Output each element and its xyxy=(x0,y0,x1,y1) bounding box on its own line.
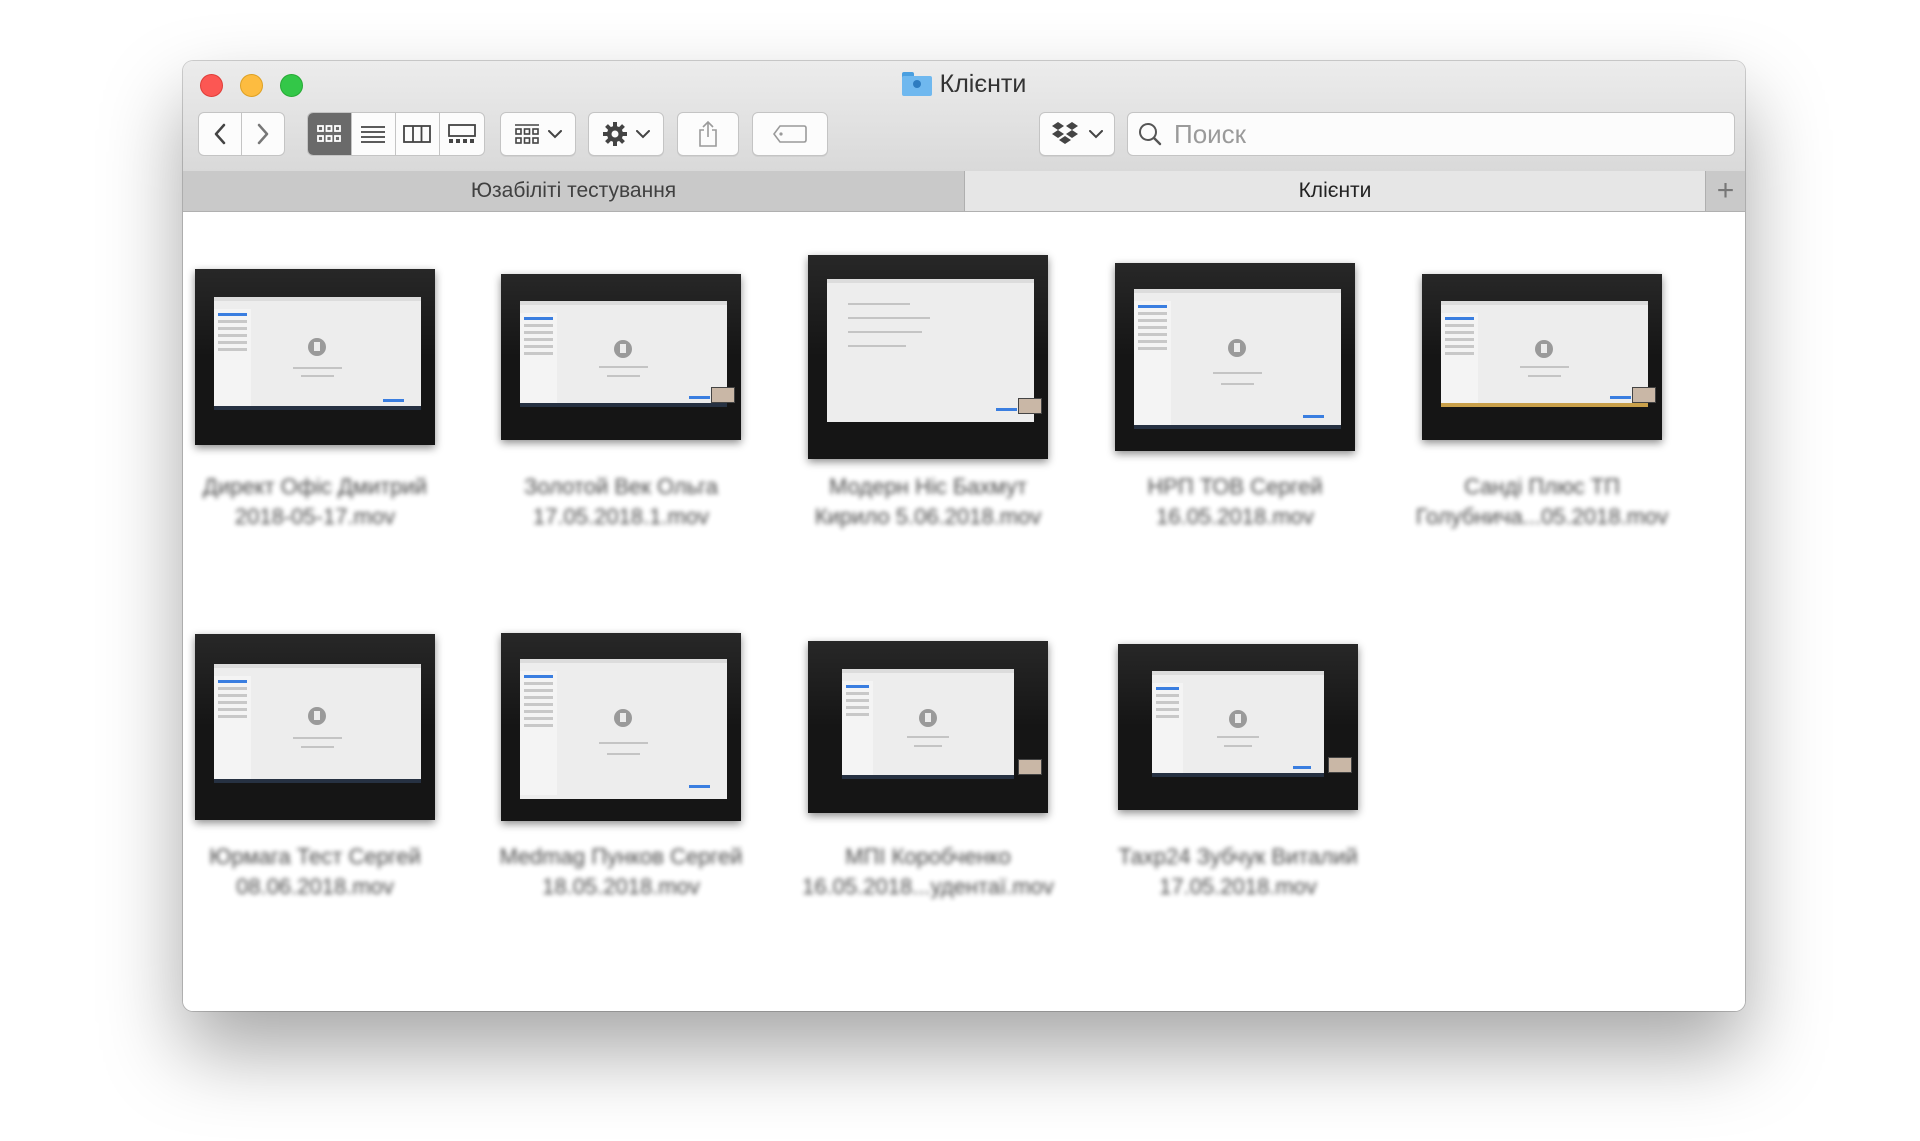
tag-icon xyxy=(773,125,807,143)
icon-view-icon xyxy=(317,125,342,142)
chevron-right-icon xyxy=(257,123,268,145)
chevron-down-icon xyxy=(1089,129,1103,138)
nav-buttons xyxy=(198,112,285,156)
action-button[interactable] xyxy=(588,112,664,156)
file-name: Золотой Век Ольга 17.05.2018.1.mov xyxy=(524,474,718,529)
share-icon xyxy=(699,120,717,147)
chevron-left-icon xyxy=(214,123,225,145)
plus-icon: + xyxy=(1716,174,1735,207)
gallery-view-icon xyxy=(447,124,476,143)
tab-usability-testing[interactable]: Юзабіліті тестування xyxy=(183,171,965,211)
file-name: Тахр24 Зубчук Виталий 17.05.2018.mov xyxy=(1118,844,1358,899)
gear-icon xyxy=(603,122,627,146)
search-field[interactable] xyxy=(1127,112,1735,156)
dropbox-icon xyxy=(1052,122,1078,144)
group-by-icon xyxy=(515,124,539,144)
column-view-button[interactable] xyxy=(396,113,440,155)
tab-label: Юзабіліті тестування xyxy=(470,179,677,202)
window-title: Клієнти xyxy=(183,69,1745,99)
file-name: Medmag Пунков Сергей 18.05.2018.mov xyxy=(499,844,743,899)
dropbox-button[interactable] xyxy=(1039,112,1115,156)
forward-button[interactable] xyxy=(242,113,285,155)
file-name: МПІ Коробченко 16.05.2018...удентаї.mov xyxy=(802,844,1054,899)
user-folder-icon xyxy=(901,72,932,96)
video-thumbnail xyxy=(1407,267,1677,447)
view-mode-control xyxy=(307,112,485,156)
file-name: Юрмага Тест Сергей 08.06.2018.mov xyxy=(209,844,421,899)
tag-button[interactable] xyxy=(752,112,828,156)
video-thumbnail xyxy=(183,267,450,447)
video-thumbnail xyxy=(793,255,1063,459)
window-title-text: Клієнти xyxy=(939,69,1027,98)
icon-view-button[interactable] xyxy=(308,113,352,155)
chevron-down-icon xyxy=(548,129,562,138)
video-thumbnail xyxy=(793,637,1063,817)
share-button[interactable] xyxy=(677,112,739,156)
file-name: Санді Плюс ТП Голубнича...05.2018.mov xyxy=(1415,474,1669,529)
video-thumbnail xyxy=(1103,637,1373,817)
finder-window: Клієнти Поиск Юзабіліті тестування Клієн… xyxy=(183,61,1745,1011)
file-name: НРП ТОВ Сергей 16.05.2018.mov xyxy=(1147,474,1323,529)
file-name: Директ Офіс Дмитрий 2018-05-17.mov xyxy=(202,474,428,529)
back-button[interactable] xyxy=(199,113,242,155)
list-view-icon xyxy=(361,126,386,143)
video-thumbnail xyxy=(486,267,756,447)
video-thumbnail xyxy=(1100,263,1370,451)
tab-label: Клієнти xyxy=(1298,179,1372,202)
add-tab-button[interactable]: + xyxy=(1705,171,1745,211)
titlebar: Клієнти xyxy=(183,61,1745,172)
gallery-view-button[interactable] xyxy=(440,113,484,155)
file-grid: Директ Офіс Дмитрий 2018-05-17.mov Золото… xyxy=(183,212,1745,1011)
search-icon xyxy=(1139,123,1162,146)
group-by-button[interactable] xyxy=(500,112,576,156)
video-thumbnail xyxy=(183,634,450,820)
list-view-button[interactable] xyxy=(352,113,397,155)
search-input[interactable] xyxy=(1172,117,1716,151)
chevron-down-icon xyxy=(636,129,650,138)
tab-clients[interactable]: Клієнти xyxy=(965,171,1705,211)
video-thumbnail xyxy=(486,633,756,821)
file-name: Модерн Ніс Бахмут Кирило 5.06.2018.mov xyxy=(814,474,1042,529)
column-view-icon xyxy=(403,125,432,143)
tab-bar: Юзабіліті тестування Клієнти + xyxy=(183,171,1745,212)
